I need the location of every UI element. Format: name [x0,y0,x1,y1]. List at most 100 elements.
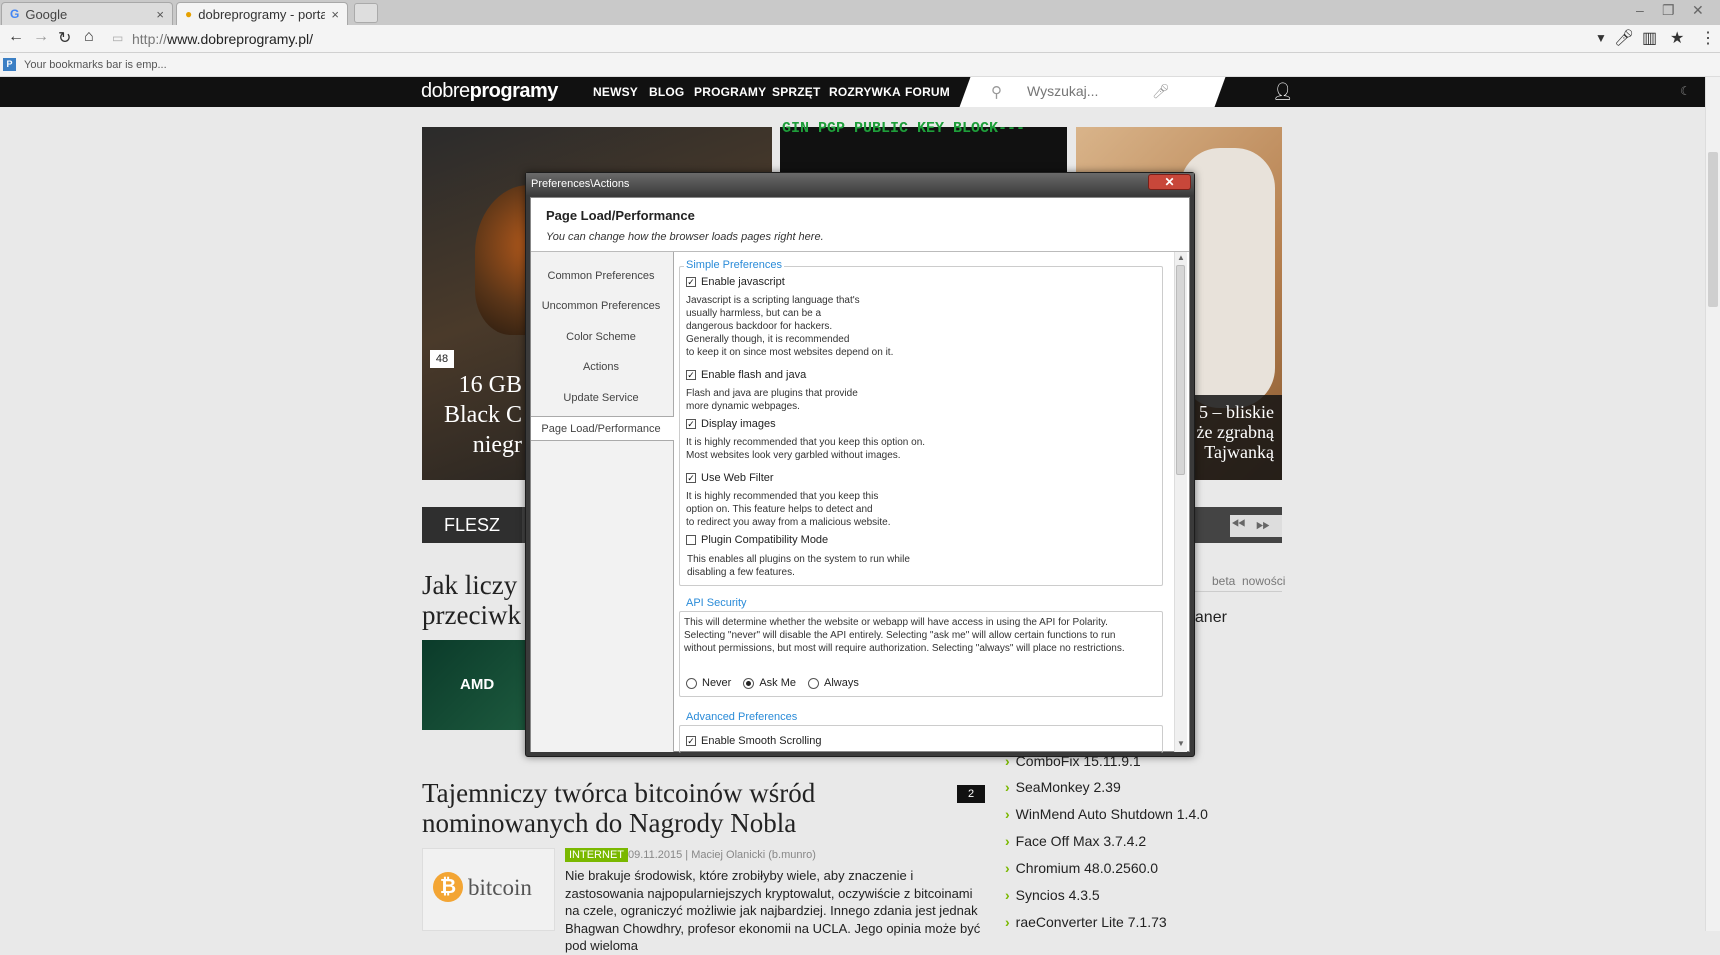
checkbox-box[interactable]: ✓ [686,277,696,287]
sidebar-item-uncommon-preferences[interactable]: Uncommon Preferences [531,300,671,312]
theme-toggle-icon[interactable]: ☾ [1680,84,1691,98]
category-tag[interactable]: INTERNET [565,848,628,862]
sidebar-item-page-load-performance[interactable]: Page Load/Performance [531,423,671,435]
scroll-down-icon[interactable]: ▼ [1177,739,1185,748]
enable-smooth-scrolling-checkbox[interactable]: ✓ Enable Smooth Scrolling [686,735,821,747]
plugin-compatibility-checkbox[interactable]: Plugin Compatibility Mode [686,534,828,546]
dialog-scrollbar-thumb[interactable] [1176,265,1185,475]
scroll-up-icon[interactable]: ▲ [1177,253,1185,262]
display-images-checkbox[interactable]: ✓ Display images [686,418,776,430]
right-tabs-divider [1186,591,1282,592]
sidebar-item-update-service[interactable]: Update Service [531,392,671,404]
checkbox-label: Enable flash and java [701,369,807,381]
api-security-description: This will determine whether the website … [684,617,1125,654]
search-input[interactable] [1027,83,1147,99]
radio-dot[interactable] [808,677,820,689]
radio-label: Always [824,677,859,689]
page-scrollbar-thumb[interactable] [1708,152,1718,307]
close-tab-icon[interactable]: × [156,7,164,22]
address-bar[interactable]: http://www.dobreprogramy.pl/ [132,31,313,47]
logo-bold: programy [469,80,559,102]
checkbox-box[interactable]: ✓ [686,736,696,746]
software-item[interactable]: Chromium 48.0.2560.0 [1005,860,1158,876]
radio-label: Ask Me [759,677,797,689]
restore-icon[interactable]: ❐ [1662,2,1675,19]
star-icon[interactable]: ★ [1670,28,1684,48]
enable-flash-java-checkbox[interactable]: ✓ Enable flash and java [686,369,806,381]
comment-count-badge[interactable]: 2 [957,785,985,803]
dialog-title: Preferences\Actions [531,178,630,190]
checkbox-box[interactable] [686,535,696,545]
hero-right-caption[interactable]: 5 – bliskie że zgrabną Tajwanką [1182,402,1274,462]
previous-icon[interactable]: ⏪︎ [1231,514,1245,535]
nav-blog[interactable]: BLOG [649,85,684,99]
menu-icon[interactable]: ⋮ [1700,28,1716,48]
nav-newsy[interactable]: NEWSY [593,85,638,99]
radio-ask-me[interactable]: Ask Me [743,677,796,689]
back-icon[interactable]: ← [8,28,24,46]
article-1-title[interactable]: Jak liczy przeciwk [422,570,521,630]
sidebar-item-color-scheme[interactable]: Color Scheme [531,331,671,343]
right-tab-beta[interactable]: beta [1212,574,1235,588]
bitcoin-wordmark: bitcoin [468,875,532,900]
nav-programy[interactable]: PROGRAMY [694,85,766,99]
window-close-icon[interactable]: ✕ [1692,2,1704,19]
checkbox-box[interactable]: ✓ [686,370,696,380]
software-item[interactable]: raeConverter Lite 7.1.73 [1005,914,1167,930]
user-icon[interactable]: 👤︎ [1272,82,1294,102]
microphone-icon[interactable]: 🎤︎ [1614,28,1634,48]
sidebar-item-actions[interactable]: Actions [531,361,671,373]
tab-dobreprogramy[interactable]: ● dobreprogramy - porta... × [176,2,348,25]
checkbox-label: Enable javascript [701,276,785,288]
dobreprogramy-favicon-icon: ● [185,7,193,21]
nav-forum[interactable]: FORUM [905,85,950,99]
javascript-description: Javascript is a scripting language that'… [686,295,894,358]
close-tab-icon[interactable]: × [331,7,339,22]
checkbox-label: Display images [701,418,776,430]
radio-always[interactable]: Always [808,677,859,689]
bookmark-app-icon[interactable]: P [3,58,16,71]
url-prefix: http:// [132,31,168,47]
software-item[interactable]: WinMend Auto Shutdown 1.4.0 [1005,806,1208,822]
dropdown-arrow-icon[interactable]: ▼ [1595,31,1607,45]
right-tab-nowosci[interactable]: nowości [1242,574,1285,588]
hero-left-caption[interactable]: 16 GB Black C niegr [422,370,522,460]
site-logo[interactable]: dobreprogramy [421,80,558,103]
reader-icon[interactable]: ▥ [1642,28,1657,48]
home-icon[interactable]: ⌂ [84,28,94,46]
article-2-title[interactable]: Tajemniczy twórca bitcoinów wśród nomino… [422,778,815,838]
bitcoin-logo-icon: ₿ [433,872,463,902]
tab-google[interactable]: G Google × [1,2,173,25]
new-tab-button[interactable] [354,3,378,23]
dialog-close-button[interactable]: ✕ [1148,174,1191,190]
radio-never[interactable]: Never [686,677,731,689]
checkbox-box[interactable]: ✓ [686,419,696,429]
sidebar-item-common-preferences[interactable]: Common Preferences [531,270,671,282]
article-2-excerpt: Nie brakuje środowisk, które zrobiłyby w… [565,868,981,953]
reload-icon[interactable]: ↻ [58,28,71,48]
radio-dot[interactable] [743,677,755,689]
api-security-options: Never Ask Me Always [686,677,871,689]
software-item[interactable]: Face Off Max 3.7.4.2 [1005,833,1146,849]
bookmarks-bar: Your bookmarks bar is emp... [0,53,1720,77]
search-icon[interactable]: ⚲ [991,83,1002,101]
nav-sprzet[interactable]: SPRZĘT [772,85,821,99]
display-images-description: It is highly recommended that you keep t… [686,437,926,461]
voice-search-icon[interactable]: 🎤︎ [1152,83,1170,100]
next-icon[interactable]: ⏩︎ [1256,514,1270,535]
comment-count-badge: 48 [430,350,454,368]
software-item[interactable]: Syncios 4.3.5 [1005,887,1100,903]
use-web-filter-checkbox[interactable]: ✓ Use Web Filter [686,472,774,484]
dialog-heading: Page Load/Performance [546,208,695,223]
tab-title: dobreprogramy - porta... [198,6,326,22]
bookmarks-bar-text: Your bookmarks bar is emp... [24,58,167,71]
article-2-meta: 09.11.2015 | Maciej Olanicki (b.munro) [628,849,816,861]
nav-rozrywka[interactable]: ROZRYWKA [829,85,901,99]
radio-dot[interactable] [686,677,697,689]
dialog-subheading: You can change how the browser loads pag… [546,231,824,243]
checkbox-box[interactable]: ✓ [686,473,696,483]
minimize-icon[interactable]: – [1636,2,1644,18]
software-item[interactable]: SeaMonkey 2.39 [1005,779,1121,795]
enable-javascript-checkbox[interactable]: ✓ Enable javascript [686,276,785,288]
forward-icon[interactable]: → [33,28,49,46]
